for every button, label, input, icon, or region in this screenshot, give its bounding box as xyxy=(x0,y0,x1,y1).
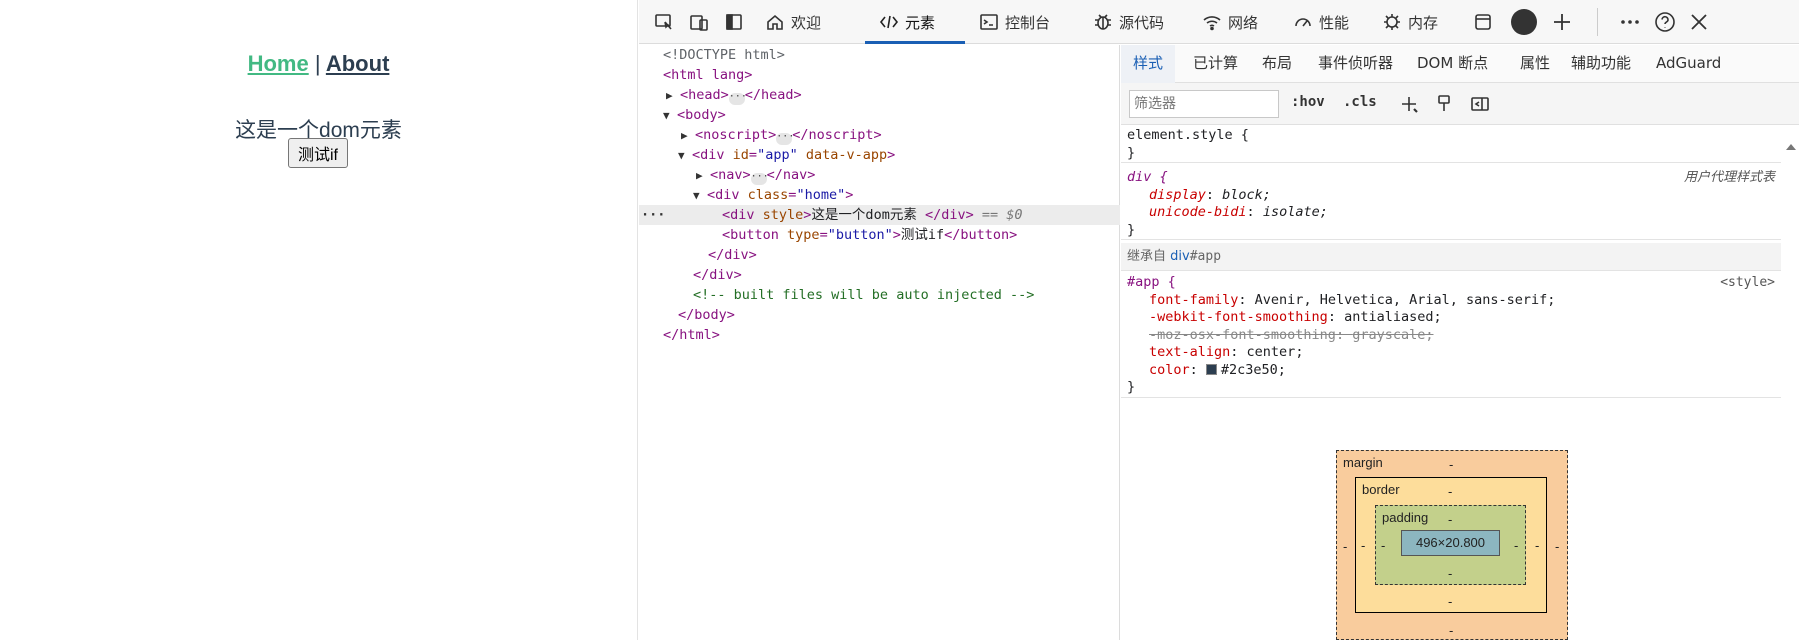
bug-icon xyxy=(1093,12,1113,32)
wifi-icon xyxy=(1202,12,1222,32)
app-style-rule[interactable]: #app {<style> font-family: Avenir, Helve… xyxy=(1121,274,1781,398)
dom-div-app[interactable]: ▼ <div id="app" data-v-app> xyxy=(639,145,1120,165)
code-icon xyxy=(879,12,899,32)
home-icon xyxy=(765,12,785,32)
nav-separator: | xyxy=(314,51,321,76)
subtab-styles[interactable]: 样式 xyxy=(1121,45,1176,83)
add-tool-icon[interactable] xyxy=(1551,11,1573,33)
dom-html-close[interactable]: </html> xyxy=(639,325,1120,345)
tab-elements[interactable]: 元素 xyxy=(865,0,965,44)
tab-performance[interactable]: 性能 xyxy=(1293,0,1349,44)
box-model-diagram: margin - - - - border - - - - padding - … xyxy=(1336,450,1568,640)
devtools-toolbar: 欢迎 元素 控制台 源代码 网络 性能 内存 xyxy=(639,0,1799,44)
styles-filter-input[interactable] xyxy=(1129,90,1279,118)
dom-nav[interactable]: ▶ <nav>···</nav> xyxy=(639,165,1120,185)
collapsed-ellipsis-icon[interactable]: ··· xyxy=(750,172,769,185)
dom-comment[interactable]: <!-- built files will be auto injected -… xyxy=(639,285,1120,305)
device-emulation-icon[interactable] xyxy=(688,11,710,33)
expand-triangle-icon[interactable]: ▶ xyxy=(696,166,710,186)
about-link[interactable]: About xyxy=(326,51,390,76)
test-if-button[interactable]: 测试if xyxy=(288,138,348,168)
close-devtools-icon[interactable] xyxy=(1688,11,1710,33)
computed-sidebar-toggle-icon[interactable] xyxy=(1470,94,1490,114)
ua-source-label: 用户代理样式表 xyxy=(1683,170,1775,185)
record-icon[interactable] xyxy=(1511,9,1537,35)
home-link[interactable]: Home xyxy=(248,51,309,76)
subtab-properties[interactable]: 属性 xyxy=(1520,45,1550,83)
gauge-icon xyxy=(1293,12,1313,32)
new-style-rule-icon[interactable] xyxy=(1399,94,1419,114)
collapse-triangle-icon[interactable]: ▼ xyxy=(678,146,692,166)
hover-state-toggle[interactable]: :hov xyxy=(1291,94,1325,110)
collapsed-ellipsis-icon[interactable]: ··· xyxy=(776,132,794,145)
color-swatch[interactable] xyxy=(1205,363,1217,375)
help-icon[interactable] xyxy=(1654,11,1676,33)
dom-body-close[interactable]: </body> xyxy=(639,305,1120,325)
browser-window-icon[interactable] xyxy=(1472,11,1494,33)
dom-div-home[interactable]: ▼ <div class="home"> xyxy=(639,185,1120,205)
dom-div-home-close[interactable]: </div> xyxy=(639,245,1120,265)
dom-button[interactable]: <button type="button">测试if</button> xyxy=(639,225,1120,245)
subtab-dom-breakpoints[interactable]: DOM 断点 xyxy=(1417,45,1488,83)
dom-div-app-close[interactable]: </div> xyxy=(639,265,1120,285)
class-toggle[interactable]: .cls xyxy=(1343,94,1377,110)
console-icon xyxy=(979,12,999,32)
dom-noscript[interactable]: ▶ <noscript>···</noscript> xyxy=(639,125,1120,145)
scroll-up-arrow-icon[interactable] xyxy=(1785,137,1797,150)
user-agent-rule[interactable]: div {用户代理样式表 display: block; unicode-bid… xyxy=(1121,169,1781,240)
box-model-content[interactable]: 496×20.800 xyxy=(1401,530,1500,556)
node-actions-icon[interactable]: ··· xyxy=(641,205,665,225)
styles-pane: 样式 已计算 布局 事件侦听器 DOM 断点 属性 辅助功能 AdGuard :… xyxy=(1121,45,1799,640)
subtab-layout[interactable]: 布局 xyxy=(1262,45,1292,83)
more-options-icon[interactable] xyxy=(1619,11,1641,33)
toolbar-divider xyxy=(1597,8,1598,36)
page-nav: Home | About xyxy=(0,51,637,77)
subtab-adguard[interactable]: AdGuard xyxy=(1656,45,1721,83)
page-viewport: Home | About 这是一个dom元素 测试if xyxy=(0,0,638,640)
collapsed-ellipsis-icon[interactable]: ··· xyxy=(728,92,747,105)
subtab-event-listeners[interactable]: 事件侦听器 xyxy=(1318,45,1393,83)
dom-doctype[interactable]: <!DOCTYPE html> xyxy=(639,45,1120,65)
chip-icon xyxy=(1382,12,1402,32)
inherited-element-link[interactable]: div xyxy=(1170,249,1190,264)
tab-console[interactable]: 控制台 xyxy=(979,0,1050,44)
inherited-from-header: 继承自 div#app xyxy=(1121,243,1781,271)
element-style-rule[interactable]: element.style { } xyxy=(1121,127,1781,163)
paint-brush-icon[interactable] xyxy=(1434,94,1454,114)
tab-welcome[interactable]: 欢迎 xyxy=(765,0,821,44)
styles-filter-row: :hov .cls xyxy=(1121,83,1799,125)
dom-body[interactable]: ▼ <body> xyxy=(639,105,1120,125)
subtab-accessibility[interactable]: 辅助功能 xyxy=(1571,45,1631,83)
tab-sources[interactable]: 源代码 xyxy=(1093,0,1164,44)
dom-head[interactable]: ▶ <head>···</head> xyxy=(639,85,1120,105)
tab-network[interactable]: 网络 xyxy=(1202,0,1258,44)
dom-html[interactable]: <html lang> xyxy=(639,65,1120,85)
dock-side-icon[interactable] xyxy=(723,11,745,33)
collapse-triangle-icon[interactable]: ▼ xyxy=(663,106,677,126)
dom-tree-pane: <!DOCTYPE html> <html lang> ▶ <head>···</… xyxy=(639,45,1120,640)
styles-subtabs: 样式 已计算 布局 事件侦听器 DOM 断点 属性 辅助功能 AdGuard xyxy=(1121,45,1799,83)
expand-triangle-icon[interactable]: ▶ xyxy=(681,126,695,146)
tab-memory[interactable]: 内存 xyxy=(1382,0,1438,44)
expand-triangle-icon[interactable]: ▶ xyxy=(666,86,680,106)
dom-div-style-selected[interactable]: ··· <div style>这是一个dom元素 </div> == $0 xyxy=(639,205,1120,225)
inspect-element-icon[interactable] xyxy=(653,11,675,33)
subtab-computed[interactable]: 已计算 xyxy=(1193,45,1238,83)
collapse-triangle-icon[interactable]: ▼ xyxy=(693,186,707,206)
style-source-link[interactable]: <style> xyxy=(1720,274,1775,292)
